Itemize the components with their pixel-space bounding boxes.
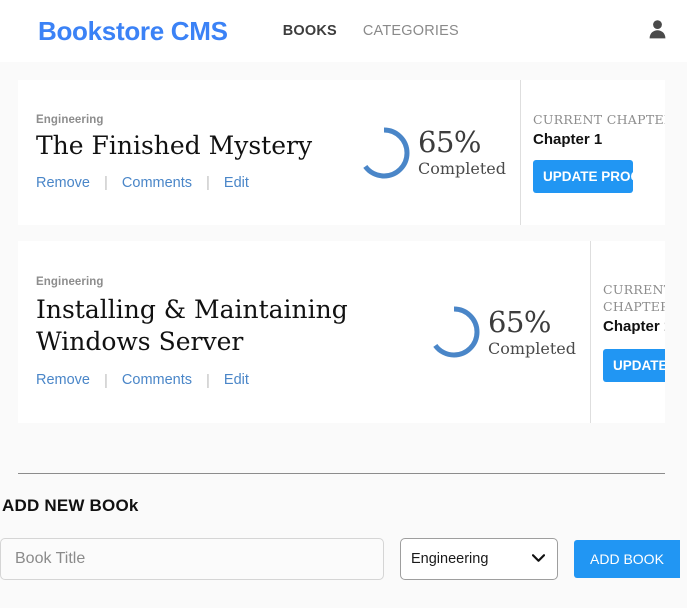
current-chapter-label: CURRENT CHAPTER xyxy=(533,112,665,129)
avatar[interactable] xyxy=(643,17,671,45)
nav-item-books[interactable]: BOOKS xyxy=(283,23,337,39)
book-title-input[interactable] xyxy=(0,538,384,580)
book-card: Engineering The Finished Mystery Remove … xyxy=(18,80,665,225)
add-book-form: Engineering ADD BOOK xyxy=(0,538,687,580)
remove-link[interactable]: Remove xyxy=(36,175,90,191)
progress-text: 65% Completed xyxy=(418,128,506,177)
current-chapter-block: CURRENT CHAPTER Chapter 1 UPDATE PROGRES… xyxy=(590,241,665,423)
book-list-section: Engineering The Finished Mystery Remove … xyxy=(0,62,687,474)
book-title: Installing & Maintaining Windows Server xyxy=(36,294,426,358)
current-chapter-label: CURRENT CHAPTER xyxy=(603,282,665,316)
app-brand-logo[interactable]: Bookstore CMS xyxy=(38,16,228,47)
action-separator: | xyxy=(104,372,108,389)
add-book-button[interactable]: ADD BOOK xyxy=(574,540,680,578)
book-info: Engineering The Finished Mystery Remove … xyxy=(36,114,356,192)
book-action-links: Remove | Comments | Edit xyxy=(36,372,426,389)
progress-text: 65% Completed xyxy=(488,308,576,357)
category-select-wrapper: Engineering xyxy=(400,538,558,580)
current-chapter-block: CURRENT CHAPTER Chapter 1 UPDATE PROGRES… xyxy=(520,80,665,225)
progress-label: Completed xyxy=(488,341,576,357)
update-progress-button[interactable]: UPDATE PROGRESS xyxy=(533,160,633,194)
current-chapter-value: Chapter 1 xyxy=(533,131,665,148)
edit-link[interactable]: Edit xyxy=(224,175,249,191)
add-book-heading: ADD NEW BOOk xyxy=(0,496,687,516)
category-select[interactable]: Engineering xyxy=(400,538,558,580)
book-category: Engineering xyxy=(36,114,356,126)
progress-ring-icon xyxy=(356,125,412,181)
comments-link[interactable]: Comments xyxy=(122,175,192,191)
main-navigation: BOOKS CATEGORIES xyxy=(283,23,459,39)
book-progress: 65% Completed xyxy=(426,304,576,360)
book-category: Engineering xyxy=(36,276,426,288)
progress-ring-icon xyxy=(426,304,482,360)
current-chapter-value: Chapter 1 xyxy=(603,318,665,335)
comments-link[interactable]: Comments xyxy=(122,372,192,388)
nav-item-categories[interactable]: CATEGORIES xyxy=(363,23,459,39)
action-separator: | xyxy=(206,174,210,191)
action-separator: | xyxy=(104,174,108,191)
user-avatar-icon xyxy=(648,19,667,43)
book-card: Engineering Installing & Maintaining Win… xyxy=(18,241,665,423)
app-header: Bookstore CMS BOOKS CATEGORIES xyxy=(0,0,687,62)
update-progress-button[interactable]: UPDATE PROGRESS xyxy=(603,349,665,383)
book-progress: 65% Completed xyxy=(356,125,506,181)
book-info: Engineering Installing & Maintaining Win… xyxy=(36,276,426,389)
progress-label: Completed xyxy=(418,161,506,177)
book-action-links: Remove | Comments | Edit xyxy=(36,174,356,191)
remove-link[interactable]: Remove xyxy=(36,372,90,388)
action-separator: | xyxy=(206,372,210,389)
add-book-section: ADD NEW BOOk Engineering ADD BOOK xyxy=(0,474,687,580)
progress-percent: 65% xyxy=(418,128,506,157)
edit-link[interactable]: Edit xyxy=(224,372,249,388)
progress-percent: 65% xyxy=(488,308,576,337)
book-title: The Finished Mystery xyxy=(36,132,356,161)
